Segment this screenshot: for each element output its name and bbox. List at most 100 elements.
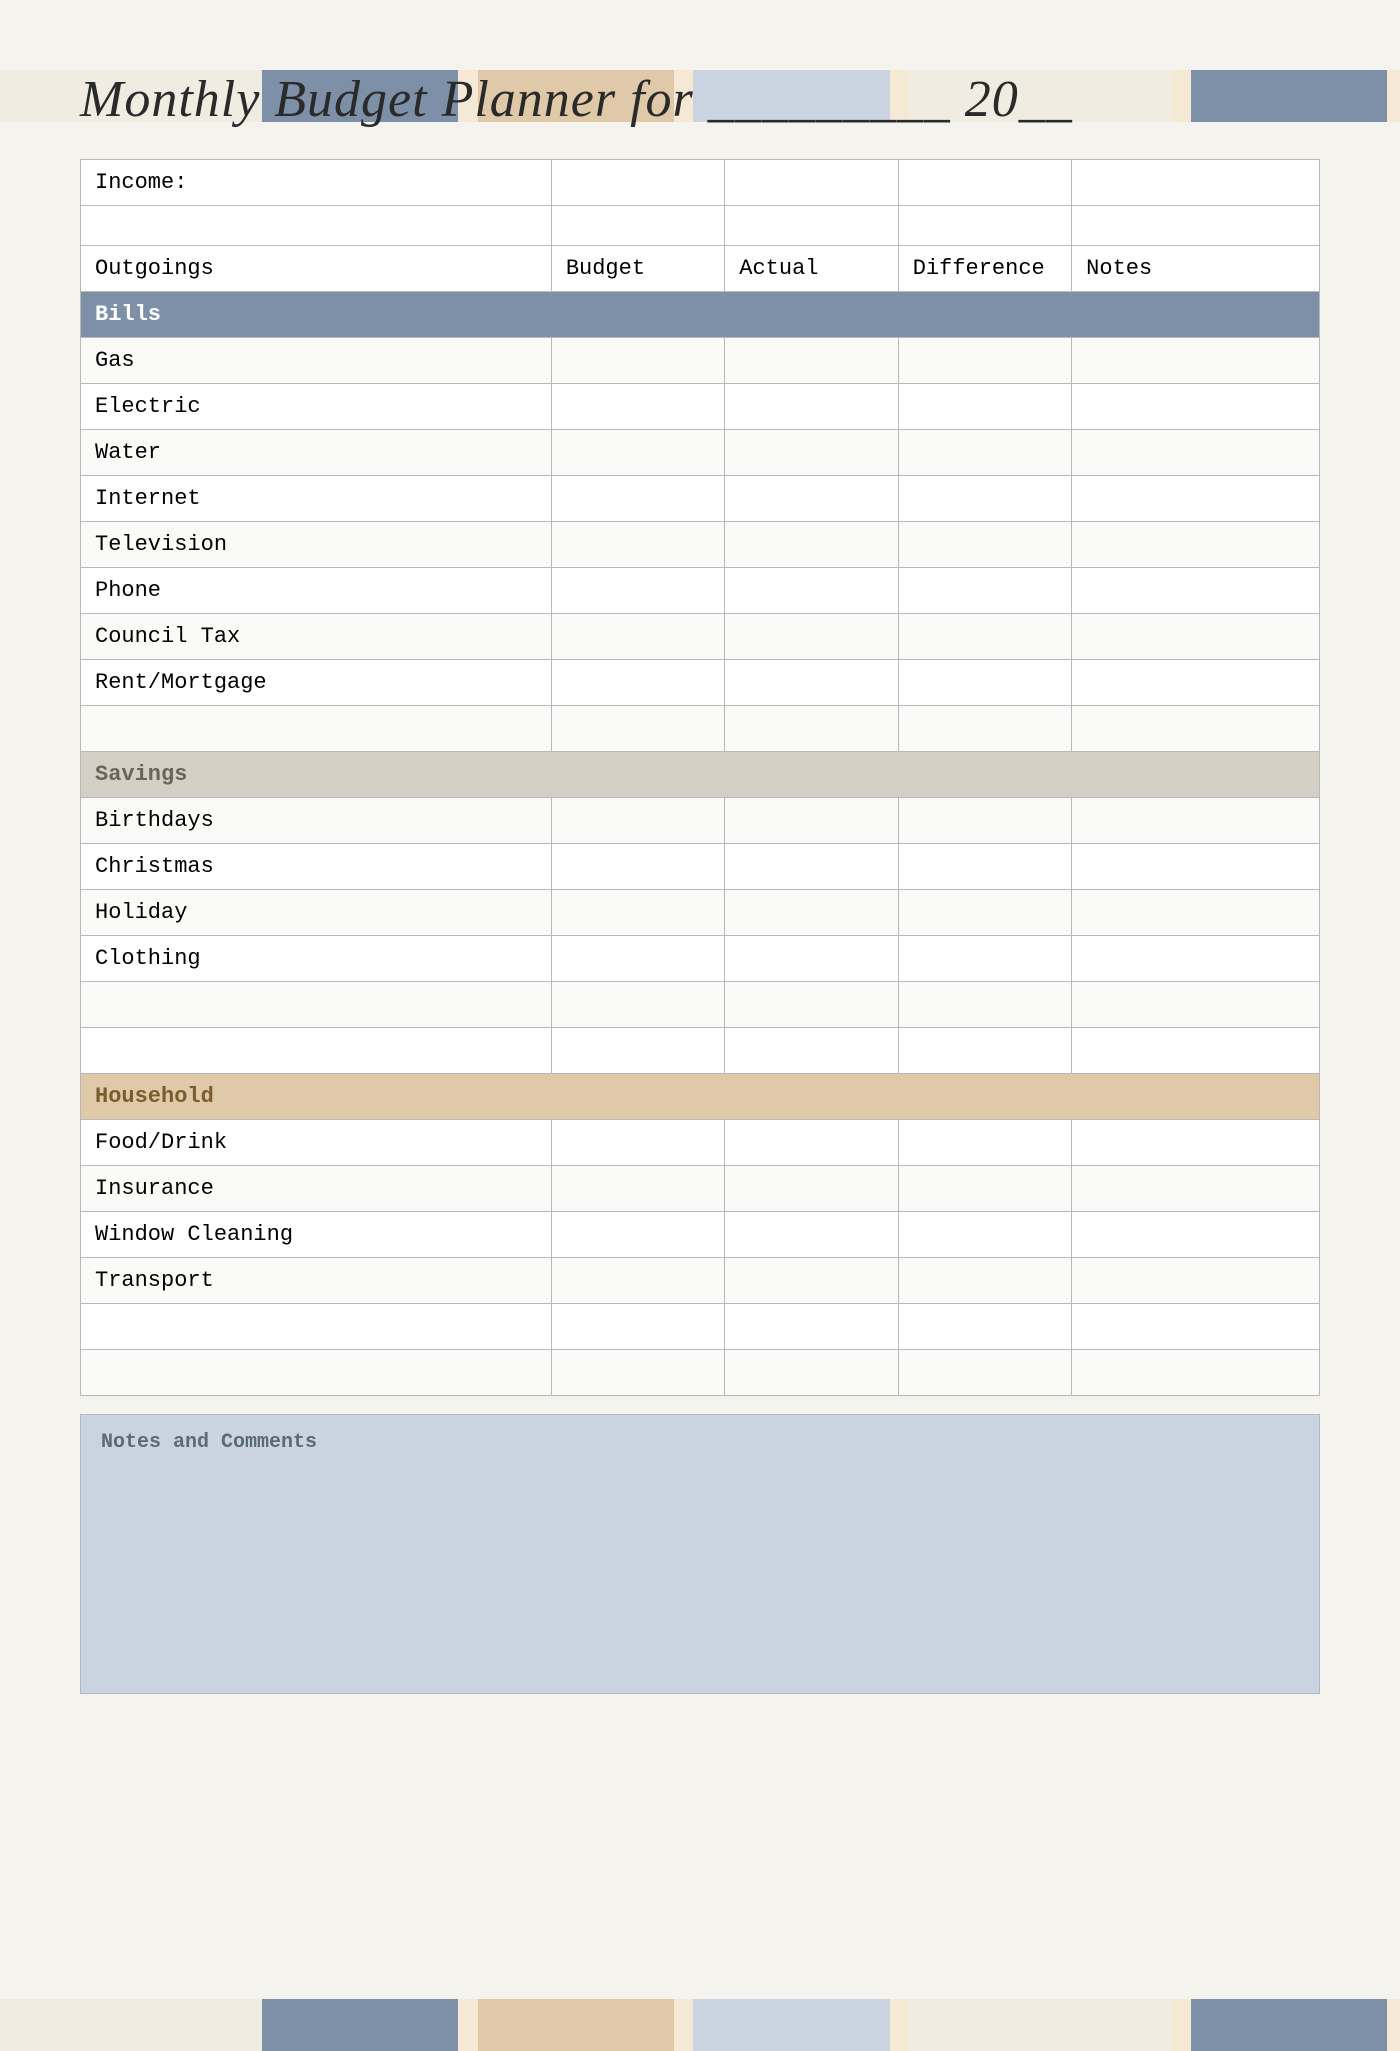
diff-cell[interactable] xyxy=(898,1212,1071,1258)
diff-cell[interactable] xyxy=(898,614,1071,660)
actual-cell[interactable] xyxy=(725,798,898,844)
income-label: Income: xyxy=(81,160,552,206)
diff-cell[interactable] xyxy=(898,1350,1071,1396)
budget-cell[interactable] xyxy=(551,798,724,844)
notes-cell[interactable] xyxy=(1072,1028,1320,1074)
actual-cell[interactable] xyxy=(725,1166,898,1212)
notes-cell[interactable] xyxy=(1072,568,1320,614)
notes-cell[interactable] xyxy=(1072,936,1320,982)
actual-cell[interactable] xyxy=(725,982,898,1028)
notes-cell[interactable] xyxy=(1072,844,1320,890)
deco-seg xyxy=(1191,1999,1387,2051)
deco-seg xyxy=(458,1999,478,2051)
budget-cell[interactable] xyxy=(551,706,724,752)
budget-cell[interactable] xyxy=(551,1258,724,1304)
notes-cell[interactable] xyxy=(1072,982,1320,1028)
budget-cell[interactable] xyxy=(551,982,724,1028)
actual-cell[interactable] xyxy=(725,384,898,430)
item-label: Phone xyxy=(81,568,552,614)
budget-cell[interactable] xyxy=(551,476,724,522)
diff-cell[interactable] xyxy=(898,384,1071,430)
budget-cell[interactable] xyxy=(551,1304,724,1350)
diff-cell[interactable] xyxy=(898,568,1071,614)
actual-cell[interactable] xyxy=(725,936,898,982)
diff-cell[interactable] xyxy=(898,890,1071,936)
budget-cell[interactable] xyxy=(551,384,724,430)
budget-cell[interactable] xyxy=(551,1166,724,1212)
actual-cell[interactable] xyxy=(725,890,898,936)
actual-cell[interactable] xyxy=(725,1258,898,1304)
actual-cell[interactable] xyxy=(725,430,898,476)
notes-cell[interactable] xyxy=(1072,522,1320,568)
budget-cell[interactable] xyxy=(551,890,724,936)
diff-cell[interactable] xyxy=(898,430,1071,476)
notes-cell[interactable] xyxy=(1072,1212,1320,1258)
diff-cell[interactable] xyxy=(898,982,1071,1028)
item-label: Electric xyxy=(81,384,552,430)
actual-cell[interactable] xyxy=(725,522,898,568)
diff-cell[interactable] xyxy=(898,1304,1071,1350)
notes-cell[interactable] xyxy=(1072,1350,1320,1396)
diff-cell[interactable] xyxy=(898,1120,1071,1166)
budget-cell[interactable] xyxy=(551,338,724,384)
table-row: Birthdays xyxy=(81,798,1320,844)
budget-cell[interactable] xyxy=(551,1212,724,1258)
notes-cell[interactable] xyxy=(1072,890,1320,936)
notes-cell[interactable] xyxy=(1072,384,1320,430)
income-budget-cell[interactable] xyxy=(551,160,724,206)
notes-cell[interactable] xyxy=(1072,614,1320,660)
actual-cell[interactable] xyxy=(725,1304,898,1350)
budget-cell[interactable] xyxy=(551,660,724,706)
diff-cell[interactable] xyxy=(898,338,1071,384)
budget-cell[interactable] xyxy=(551,936,724,982)
diff-cell[interactable] xyxy=(898,844,1071,890)
title-area: Monthly Budget Planner for _________ 20_… xyxy=(0,70,1400,129)
notes-cell[interactable] xyxy=(1072,1304,1320,1350)
actual-cell[interactable] xyxy=(725,660,898,706)
actual-cell[interactable] xyxy=(725,568,898,614)
notes-cell[interactable] xyxy=(1072,430,1320,476)
diff-cell[interactable] xyxy=(898,936,1071,982)
actual-cell[interactable] xyxy=(725,1120,898,1166)
budget-cell[interactable] xyxy=(551,1120,724,1166)
bills-label: Bills xyxy=(81,292,1320,338)
diff-cell[interactable] xyxy=(898,706,1071,752)
diff-cell[interactable] xyxy=(898,1166,1071,1212)
budget-cell[interactable] xyxy=(551,430,724,476)
budget-cell[interactable] xyxy=(551,522,724,568)
notes-cell[interactable] xyxy=(1072,338,1320,384)
actual-cell[interactable] xyxy=(725,1028,898,1074)
diff-cell[interactable] xyxy=(898,522,1071,568)
actual-cell[interactable] xyxy=(725,614,898,660)
budget-cell[interactable] xyxy=(551,614,724,660)
notes-cell[interactable] xyxy=(1072,1258,1320,1304)
actual-cell[interactable] xyxy=(725,1212,898,1258)
diff-cell[interactable] xyxy=(898,1028,1071,1074)
diff-cell[interactable] xyxy=(898,660,1071,706)
budget-cell[interactable] xyxy=(551,844,724,890)
notes-cell[interactable] xyxy=(1072,476,1320,522)
notes-cell[interactable] xyxy=(1072,798,1320,844)
notes-cell[interactable] xyxy=(1072,1120,1320,1166)
notes-cell[interactable] xyxy=(1072,1166,1320,1212)
notes-cell[interactable] xyxy=(1072,660,1320,706)
page-title: Monthly Budget Planner for _________ 20_… xyxy=(80,70,1320,129)
table-row: Food/Drink xyxy=(81,1120,1320,1166)
actual-cell[interactable] xyxy=(725,706,898,752)
income-diff-cell[interactable] xyxy=(898,160,1071,206)
actual-cell[interactable] xyxy=(725,338,898,384)
actual-cell[interactable] xyxy=(725,476,898,522)
diff-cell[interactable] xyxy=(898,476,1071,522)
budget-cell[interactable] xyxy=(551,568,724,614)
actual-cell[interactable] xyxy=(725,1350,898,1396)
diff-cell[interactable] xyxy=(898,1258,1071,1304)
col-header-outgoings: Outgoings xyxy=(81,246,552,292)
budget-cell[interactable] xyxy=(551,1028,724,1074)
diff-cell[interactable] xyxy=(898,798,1071,844)
actual-cell[interactable] xyxy=(725,844,898,890)
item-label: Birthdays xyxy=(81,798,552,844)
income-notes-cell[interactable] xyxy=(1072,160,1320,206)
income-actual-cell[interactable] xyxy=(725,160,898,206)
notes-cell[interactable] xyxy=(1072,706,1320,752)
budget-cell[interactable] xyxy=(551,1350,724,1396)
